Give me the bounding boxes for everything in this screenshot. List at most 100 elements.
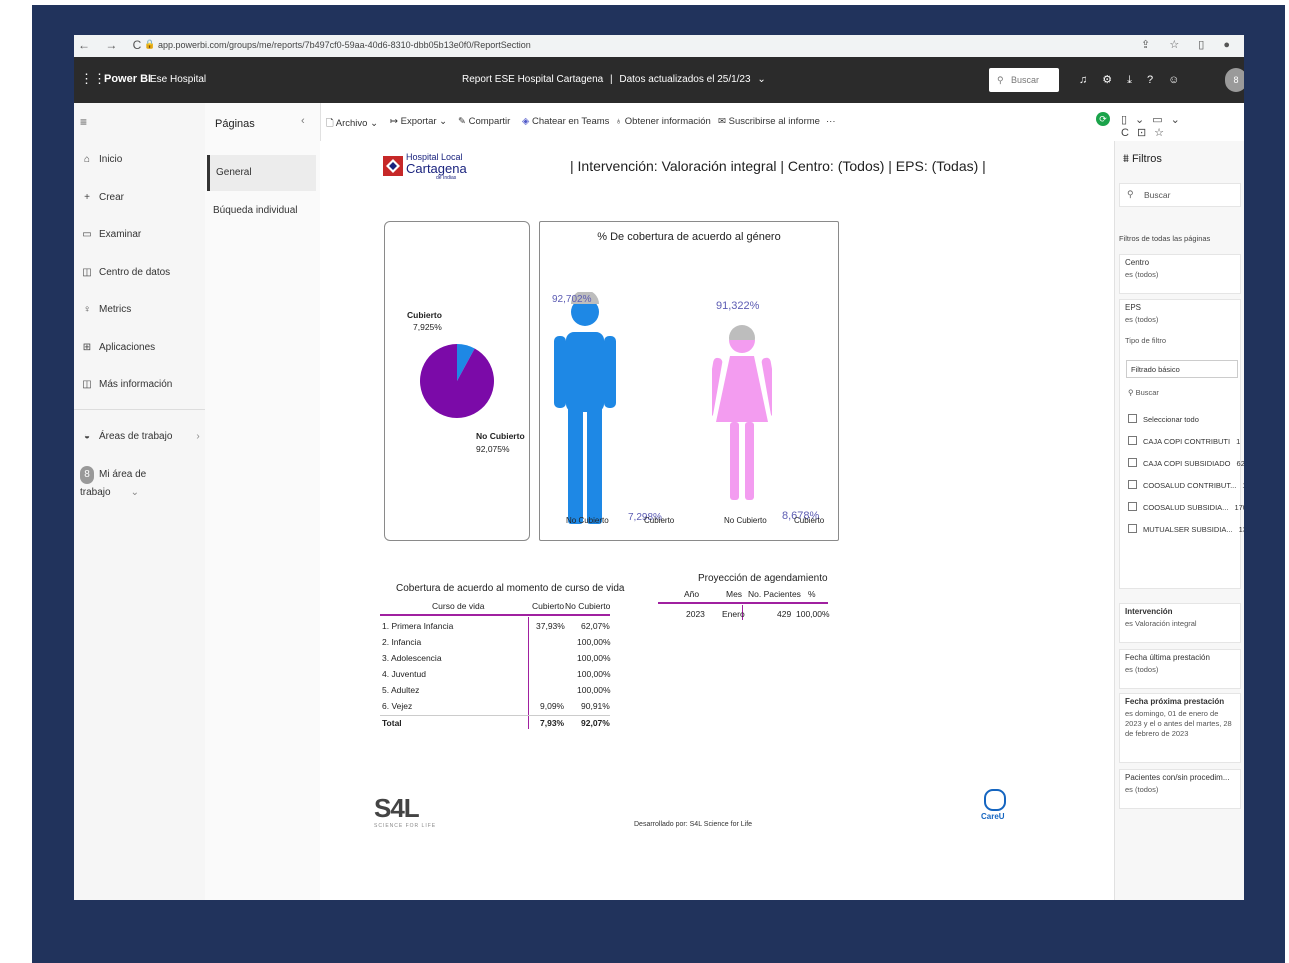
checkbox-icon [1128, 502, 1137, 511]
checkbox-select-all[interactable]: Seleccionar todo [1128, 414, 1199, 424]
column-header: Cubierto [532, 601, 565, 611]
nav-item-metrics[interactable]: ♀ Metrics [80, 301, 131, 319]
female-cubierto-label: Cubierto [794, 516, 825, 525]
cell: 9,09% [540, 701, 565, 711]
nav-item-centro-datos[interactable]: ◫ Centro de datos [80, 264, 170, 282]
trophy-icon: ♀ [83, 304, 91, 315]
male-figure-icon [554, 292, 616, 524]
nav-item-label: Examinar [99, 229, 142, 240]
report-title: | Intervención: Valoración integral | Ce… [570, 158, 986, 174]
checkbox-count: 170 [1234, 503, 1244, 512]
home-icon: ⌂ [83, 154, 91, 165]
column-divider [528, 617, 529, 729]
checkbox-option[interactable]: CAJA COPI CONTRIBUTI 1 [1128, 436, 1240, 446]
checkbox-option[interactable]: MUTUALSER SUBSIDIA... 136 [1128, 524, 1244, 534]
nav-item-label: Aplicaciones [99, 342, 156, 353]
search-box[interactable]: ⚲ Buscar [989, 68, 1059, 92]
page-tab-general[interactable]: General [207, 155, 316, 191]
nav-item-crear[interactable]: + Crear [80, 189, 124, 207]
chatear-teams-button[interactable]: ◈ Chatear en Teams [522, 116, 609, 127]
nav-item-aplicaciones[interactable]: ⊞ Aplicaciones [80, 339, 155, 357]
url-text[interactable]: app.powerbi.com/groups/me/reports/7b497c… [158, 40, 531, 50]
filters-search-placeholder: Buscar [1144, 190, 1171, 200]
browser-toolbar-icons[interactable]: ⇪ ☆ ▯ ● [1141, 38, 1238, 51]
eps-search-placeholder: Buscar [1135, 388, 1159, 397]
workspace-name[interactable]: Ese Hospital [150, 74, 206, 85]
footer-developer-text: Desarrollado por: S4L Science for Life [634, 821, 753, 828]
filter-value: es domingo, 01 de enero de 2023 y el o a… [1125, 709, 1232, 738]
filter-card-fecha-proxima[interactable]: Fecha próxima prestación es domingo, 01 d… [1119, 693, 1241, 763]
collapse-icon[interactable]: ‹ [301, 115, 305, 127]
cobertura-table[interactable]: Cobertura de acuerdo al momento de curso… [380, 577, 624, 757]
nav-item-inicio[interactable]: ⌂ Inicio [80, 151, 122, 169]
eps-search-input[interactable]: ⚲ Buscar [1128, 388, 1159, 397]
filter-card-intervencion[interactable]: Intervención es Valoración integral [1119, 603, 1241, 643]
chevron-down-icon: ⌄ [757, 74, 766, 85]
exportar-menu[interactable]: ↦ Exportar ⌄ [390, 116, 447, 127]
hospital-logo-text: Hospital Local Cartagena de Indias [406, 152, 467, 181]
checkbox-icon [1128, 458, 1137, 467]
browser-nav-icons[interactable]: ← → C [78, 38, 147, 52]
more-options-icon[interactable]: ··· [826, 116, 836, 127]
compartir-button[interactable]: ✎ Compartir [458, 116, 510, 127]
proyeccion-table[interactable]: Proyección de agendamiento Año Mes No. P… [658, 565, 830, 625]
title-separator: | [609, 74, 613, 85]
s4l-logo-sub: SCIENCE FOR LIFE [374, 823, 437, 829]
app-launcher-icon[interactable]: ⋮⋮ [80, 71, 106, 87]
suscribirse-button[interactable]: ✉ Suscribirse al informe [718, 116, 820, 127]
filters-search-input[interactable]: ⚲ Buscar [1119, 183, 1241, 207]
gender-chart-title: % De cobertura de acuerdo al género [597, 231, 781, 243]
page-tab-busqueda[interactable]: Búqueda individual [207, 193, 316, 229]
nav-item-label: Centro de datos [99, 267, 171, 278]
pie-slice-nocubierto[interactable] [420, 344, 494, 418]
brand-name[interactable]: Power BI [104, 73, 151, 85]
export-icon: ↦ [390, 116, 401, 127]
filter-card-centro[interactable]: Centro es (todos) [1119, 254, 1241, 294]
checkbox-count: 18 [1242, 481, 1244, 490]
filter-type-value: Filtrado básico [1131, 365, 1180, 374]
male-no-cubierto-label: No Cubierto [566, 516, 609, 525]
column-header: Año [684, 589, 700, 599]
checkbox-option[interactable]: COOSALUD CONTRIBUT... 18 [1128, 480, 1244, 490]
report-title-header[interactable]: Report ESE Hospital Cartagena | Datos ac… [462, 74, 766, 85]
filter-card-pacientes[interactable]: Pacientes con/sin procedim... es (todos) [1119, 769, 1241, 809]
cell: 7,93% [540, 718, 565, 728]
search-placeholder: Buscar [1011, 75, 1040, 85]
nav-item-mi-area[interactable]: 8 Mi área de trabajo ⌄ [80, 466, 205, 498]
female-no-cubierto-label: No Cubierto [724, 516, 767, 525]
gender-coverage-card[interactable]: % De cobertura de acuerdo al género 92,7… [539, 221, 839, 541]
obtener-label: Obtener información [624, 116, 711, 127]
cell: Enero [722, 609, 745, 619]
browser-window: ← → C 🔒 app.powerbi.com/groups/me/report… [74, 35, 1244, 900]
browser-address-bar: ← → C 🔒 app.powerbi.com/groups/me/report… [74, 35, 1244, 57]
archivo-menu[interactable]: 🗋 Archivo ⌄ [326, 116, 378, 132]
pie-chart-card[interactable]: Cubierto 7,925% No Cubierto 92,075% [384, 221, 530, 541]
nav-item-examinar[interactable]: ▭ Examinar [80, 226, 141, 244]
workspaces-icon: ◒ [83, 431, 91, 442]
filter-title: Pacientes con/sin procedim... [1125, 773, 1230, 782]
checkbox-option[interactable]: CAJA COPI SUBSIDIADO 62 [1128, 458, 1244, 468]
avatar[interactable]: 8 [1225, 68, 1244, 92]
search-icon: ⚲ [997, 75, 1004, 85]
nav-item-areas-trabajo[interactable]: ◒ Áreas de trabajo › [80, 428, 200, 446]
filter-card-fecha-ultima[interactable]: Fecha última prestación es (todos) [1119, 649, 1241, 689]
pages-pane: Páginas ‹ General Búqueda individual [205, 103, 321, 900]
refresh-status-icon[interactable]: ⟳ [1096, 112, 1110, 126]
nav-item-mas-informacion[interactable]: ◫ Más información [80, 376, 172, 394]
filter-card-eps[interactable]: EPS es (todos) Tipo de filtro Filtrado b… [1119, 299, 1244, 589]
search-icon: ⚲ [1128, 388, 1136, 397]
filter-value: es Valoración integral [1125, 619, 1197, 628]
header-action-icons[interactable]: ♫⚙⤓?☺ [1079, 73, 1194, 87]
filter-title: EPS [1125, 303, 1142, 312]
obtener-informacion-button[interactable]: ♁ Obtener información [615, 116, 711, 127]
filters-title-text: Filtros [1131, 153, 1162, 165]
toolbar-right-icons[interactable]: ▯⌄▭⌄ C⊡☆ [1121, 113, 1244, 139]
female-figure-icon [712, 325, 772, 500]
filters-pane: ⩩ Filtros ⚲ Buscar Filtros de todas las … [1114, 141, 1244, 900]
checkbox-option[interactable]: COOSALUD SUBSIDIA... 170 [1128, 502, 1244, 512]
checkbox-label: COOSALUD CONTRIBUT... [1143, 481, 1237, 490]
hamburger-icon[interactable]: ≡ [80, 115, 87, 129]
frame-border-left [32, 5, 74, 963]
filter-type-dropdown[interactable]: Filtrado básico [1126, 360, 1238, 378]
cell: 2. Infancia [382, 637, 422, 647]
